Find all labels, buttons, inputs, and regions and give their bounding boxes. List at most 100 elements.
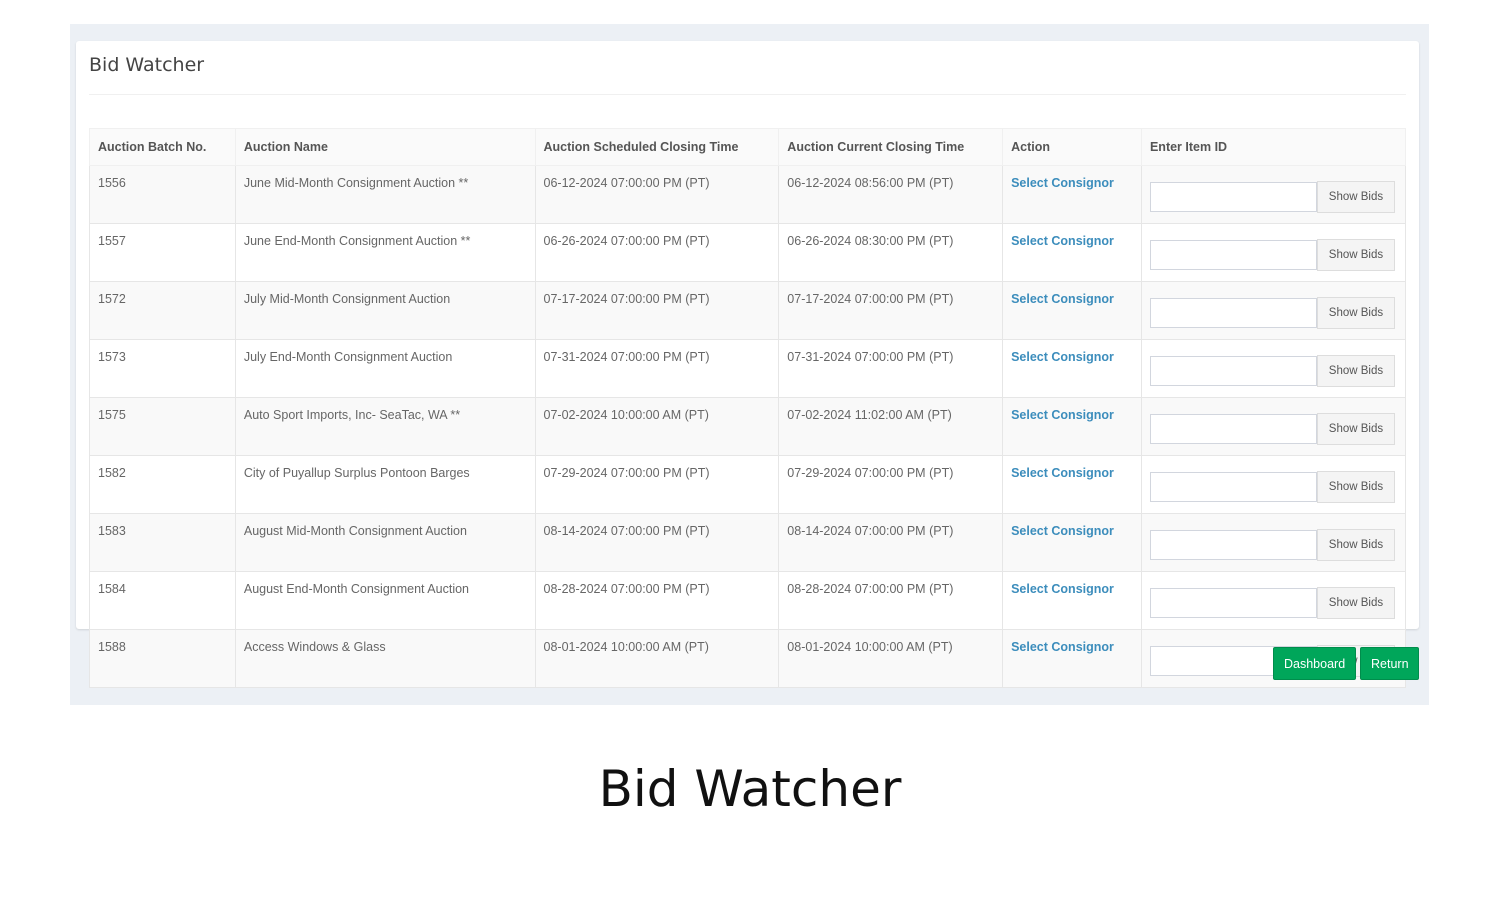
cell-auction-name: July Mid-Month Consignment Auction bbox=[234, 281, 536, 340]
cell-action: Select Consignor bbox=[1002, 339, 1142, 398]
show-bids-button[interactable]: Show Bids bbox=[1316, 471, 1395, 503]
batch-no-text: 1582 bbox=[98, 466, 126, 480]
cell-batch-no: 1556 bbox=[89, 165, 236, 224]
cell-batch-no: 1557 bbox=[89, 223, 236, 282]
item-id-input-group: Show Bids bbox=[1149, 239, 1397, 271]
select-consignor-link[interactable]: Select Consignor bbox=[1011, 466, 1114, 480]
scheduled-closing-text: 08-28-2024 07:00:00 PM (PT) bbox=[543, 582, 710, 596]
current-closing-text: 06-26-2024 08:30:00 PM (PT) bbox=[787, 234, 954, 248]
cell-auction-name: June Mid-Month Consignment Auction ** bbox=[234, 165, 536, 224]
scheduled-closing-text: 08-01-2024 10:00:00 AM (PT) bbox=[543, 640, 709, 654]
cell-current-closing: 08-01-2024 10:00:00 AM (PT) bbox=[778, 629, 1004, 688]
auction-name-text: August End-Month Consignment Auction bbox=[243, 582, 469, 596]
cell-action: Select Consignor bbox=[1002, 513, 1142, 572]
item-id-input[interactable] bbox=[1149, 472, 1317, 502]
select-consignor-link[interactable]: Select Consignor bbox=[1011, 582, 1114, 596]
table-row: 1575 Auto Sport Imports, Inc- SeaTac, WA … bbox=[89, 397, 1407, 456]
cell-item-id: Show Bids bbox=[1140, 513, 1407, 572]
select-consignor-link[interactable]: Select Consignor bbox=[1011, 292, 1114, 306]
batch-no-text: 1557 bbox=[98, 234, 126, 248]
scheduled-closing-text: 06-26-2024 07:00:00 PM (PT) bbox=[543, 234, 710, 248]
current-closing-text: 08-28-2024 07:00:00 PM (PT) bbox=[787, 582, 954, 596]
table-row: 1573 July End-Month Consignment Auction 07… bbox=[89, 339, 1407, 398]
item-id-input-group: Show Bids bbox=[1149, 587, 1397, 619]
current-closing-text: 08-01-2024 10:00:00 AM (PT) bbox=[787, 640, 953, 654]
bid-watcher-table: Auction Batch No. Auction Name Auction S… bbox=[89, 128, 1407, 688]
scheduled-closing-text: 07-02-2024 10:00:00 AM (PT) bbox=[543, 408, 709, 422]
current-closing-text: 07-31-2024 07:00:00 PM (PT) bbox=[787, 350, 954, 364]
item-id-input[interactable] bbox=[1149, 414, 1317, 444]
show-bids-button[interactable]: Show Bids bbox=[1316, 529, 1395, 561]
show-bids-button[interactable]: Show Bids bbox=[1316, 181, 1395, 213]
cell-item-id: Show Bids bbox=[1140, 455, 1407, 514]
cell-batch-no: 1572 bbox=[89, 281, 236, 340]
show-bids-button[interactable]: Show Bids bbox=[1316, 239, 1395, 271]
batch-no-text: 1575 bbox=[98, 408, 126, 422]
select-consignor-link[interactable]: Select Consignor bbox=[1011, 350, 1114, 364]
item-id-input[interactable] bbox=[1149, 588, 1317, 618]
cell-current-closing: 06-26-2024 08:30:00 PM (PT) bbox=[778, 223, 1004, 282]
current-closing-text: 06-12-2024 08:56:00 PM (PT) bbox=[787, 176, 954, 190]
cell-current-closing: 08-14-2024 07:00:00 PM (PT) bbox=[778, 513, 1004, 572]
auction-name-text: City of Puyallup Surplus Pontoon Barges bbox=[243, 466, 470, 480]
scheduled-closing-text: 07-31-2024 07:00:00 PM (PT) bbox=[543, 350, 710, 364]
batch-no-text: 1556 bbox=[98, 176, 126, 190]
app-screenshot: Bid Watcher Auction Batch No. Auction Na… bbox=[70, 24, 1429, 705]
cell-action: Select Consignor bbox=[1002, 281, 1142, 340]
cell-scheduled-closing: 07-29-2024 07:00:00 PM (PT) bbox=[534, 455, 780, 514]
cell-item-id: Show Bids bbox=[1140, 281, 1407, 340]
item-id-input-group: Show Bids bbox=[1149, 413, 1397, 445]
item-id-input-group: Show Bids bbox=[1149, 355, 1397, 387]
item-id-input[interactable] bbox=[1149, 356, 1317, 386]
cell-batch-no: 1583 bbox=[89, 513, 236, 572]
item-id-input[interactable] bbox=[1149, 240, 1317, 270]
batch-no-text: 1572 bbox=[98, 292, 126, 306]
item-id-input-group: Show Bids bbox=[1149, 297, 1397, 329]
cell-scheduled-closing: 07-02-2024 10:00:00 AM (PT) bbox=[534, 397, 780, 456]
scheduled-closing-text: 06-12-2024 07:00:00 PM (PT) bbox=[543, 176, 710, 190]
auction-name-text: Auto Sport Imports, Inc- SeaTac, WA ** bbox=[243, 408, 461, 422]
dashboard-button[interactable]: Dashboard bbox=[1273, 647, 1356, 680]
cell-auction-name: August End-Month Consignment Auction bbox=[234, 571, 536, 630]
show-bids-button[interactable]: Show Bids bbox=[1316, 413, 1395, 445]
panel-title: Bid Watcher bbox=[89, 54, 205, 76]
show-bids-button[interactable]: Show Bids bbox=[1316, 587, 1395, 619]
batch-no-text: 1588 bbox=[98, 640, 126, 654]
scheduled-closing-text: 07-17-2024 07:00:00 PM (PT) bbox=[543, 292, 710, 306]
item-id-input-group: Show Bids bbox=[1149, 529, 1397, 561]
header-scheduled-closing: Auction Scheduled Closing Time bbox=[534, 128, 780, 166]
header-auction-name: Auction Name bbox=[234, 128, 536, 166]
cell-action: Select Consignor bbox=[1002, 397, 1142, 456]
item-id-input[interactable] bbox=[1149, 298, 1317, 328]
show-bids-button[interactable]: Show Bids bbox=[1316, 297, 1395, 329]
show-bids-button[interactable]: Show Bids bbox=[1316, 355, 1395, 387]
caption-title: Bid Watcher bbox=[598, 760, 902, 818]
table-row: 1556 June Mid-Month Consignment Auction *… bbox=[89, 165, 1407, 224]
cell-scheduled-closing: 08-28-2024 07:00:00 PM (PT) bbox=[534, 571, 780, 630]
cell-batch-no: 1582 bbox=[89, 455, 236, 514]
select-consignor-link[interactable]: Select Consignor bbox=[1011, 524, 1114, 538]
cell-item-id: Show Bids bbox=[1140, 571, 1407, 630]
cell-current-closing: 06-12-2024 08:56:00 PM (PT) bbox=[778, 165, 1004, 224]
select-consignor-link[interactable]: Select Consignor bbox=[1011, 176, 1114, 190]
select-consignor-link[interactable]: Select Consignor bbox=[1011, 408, 1114, 422]
select-consignor-link[interactable]: Select Consignor bbox=[1011, 234, 1114, 248]
cell-current-closing: 07-31-2024 07:00:00 PM (PT) bbox=[778, 339, 1004, 398]
header-action: Action bbox=[1002, 128, 1142, 166]
cell-auction-name: City of Puyallup Surplus Pontoon Barges bbox=[234, 455, 536, 514]
select-consignor-link[interactable]: Select Consignor bbox=[1011, 640, 1114, 654]
cell-batch-no: 1588 bbox=[89, 629, 236, 688]
item-id-input-group: Show Bids bbox=[1149, 181, 1397, 213]
cell-scheduled-closing: 07-17-2024 07:00:00 PM (PT) bbox=[534, 281, 780, 340]
item-id-input[interactable] bbox=[1149, 182, 1317, 212]
cell-batch-no: 1575 bbox=[89, 397, 236, 456]
table-row: 1572 July Mid-Month Consignment Auction 07… bbox=[89, 281, 1407, 340]
batch-no-text: 1573 bbox=[98, 350, 126, 364]
return-button[interactable]: Return bbox=[1360, 647, 1419, 680]
cell-scheduled-closing: 08-14-2024 07:00:00 PM (PT) bbox=[534, 513, 780, 572]
table-row: 1583 August Mid-Month Consignment Auction… bbox=[89, 513, 1407, 572]
item-id-input-group: Show Bids bbox=[1149, 471, 1397, 503]
item-id-input[interactable] bbox=[1149, 530, 1317, 560]
header-item-id: Enter Item ID bbox=[1140, 128, 1407, 166]
cell-action: Select Consignor bbox=[1002, 455, 1142, 514]
